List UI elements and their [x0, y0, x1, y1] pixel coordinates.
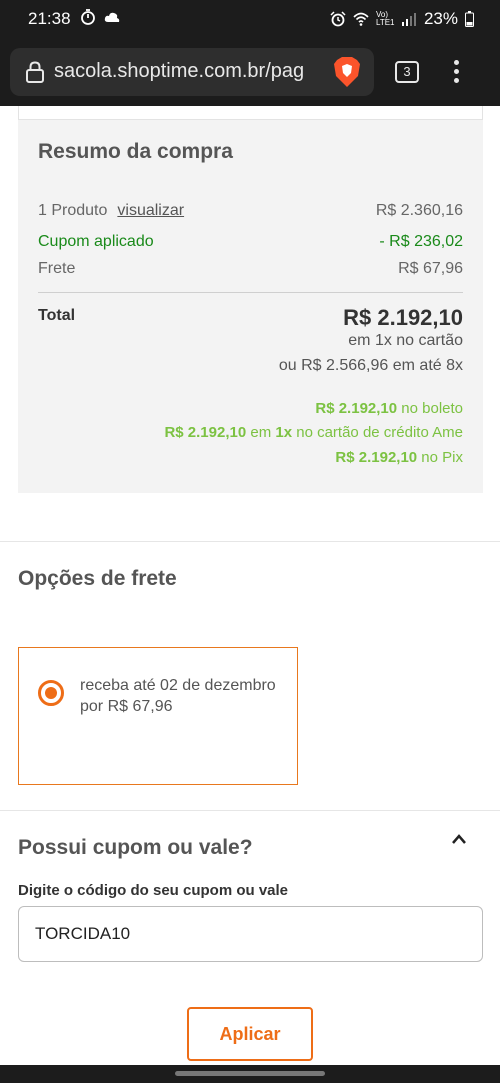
product-row: 1 Produto visualizar R$ 2.360,16 [38, 202, 463, 220]
coupon-applied-label: Cupom aplicado [38, 233, 154, 250]
shipping-option-radio[interactable] [38, 680, 64, 706]
payment-ame: R$ 2.192,10 em 1x no cartão de crédito A… [164, 424, 463, 441]
ame-installments: 1x [275, 424, 293, 441]
status-right-icons: Vo) LTE1 23% [330, 9, 474, 29]
shipping-option-text: receba até 02 de dezembro por R$ 67,96 [80, 677, 276, 715]
total-alt-installments: ou R$ 2.566,96 em até 8x [278, 357, 463, 374]
timer-icon [81, 9, 95, 25]
chevron-up-icon[interactable] [451, 833, 467, 845]
order-summary: Resumo da compra 1 Produto visualizar R$ … [18, 106, 483, 493]
status-left-icons [80, 9, 120, 25]
tab-switcher-button[interactable]: 3 [395, 61, 419, 83]
section-divider [0, 541, 500, 542]
apply-coupon-button[interactable]: Aplicar [187, 1007, 313, 1061]
pix-price: R$ 2.192,10 [335, 449, 418, 466]
home-gesture-pill[interactable] [175, 1071, 325, 1076]
wifi-icon [353, 12, 369, 26]
signal-icon [401, 13, 416, 26]
brave-shields-icon[interactable] [332, 56, 362, 88]
coupon-section-title[interactable]: Possui cupom ou vale? [18, 836, 253, 860]
summary-divider [38, 292, 463, 293]
overflow-menu-icon[interactable] [448, 60, 464, 86]
pix-label: no Pix [417, 449, 463, 466]
ame-price: R$ 2.192,10 [164, 424, 247, 441]
view-products-link[interactable]: visualizar [117, 202, 184, 219]
payment-pix: R$ 2.192,10 no Pix [335, 449, 463, 466]
shipping-option-card[interactable]: receba até 02 de dezembro por R$ 67,96 [18, 647, 298, 785]
boleto-price: R$ 2.192,10 [315, 400, 398, 417]
coupon-field-label: Digite o código do seu cupom ou vale [18, 882, 289, 899]
payment-boleto: R$ 2.192,10 no boleto [315, 400, 463, 417]
network-label: Vo) LTE1 [375, 10, 395, 27]
battery-icon [465, 11, 474, 27]
total-value: R$ 2.192,10 [343, 305, 463, 330]
url-text[interactable]: sacola.shoptime.com.br/pag [54, 60, 328, 83]
total-label: Total [38, 307, 76, 324]
address-bar[interactable]: sacola.shoptime.com.br/pag [10, 48, 374, 96]
coupon-row: Cupom aplicado - R$ 236,02 [38, 233, 463, 251]
ame-connector: em [246, 424, 276, 441]
shipping-label: Frete [38, 260, 76, 277]
section-divider [0, 810, 500, 811]
shipping-options-title: Opções de frete [18, 567, 177, 590]
total-installment-info: em 1x no cartão [348, 332, 463, 349]
alarm-icon [330, 11, 346, 27]
coupon-code-input[interactable] [18, 906, 483, 962]
coupon-discount-value: - R$ 236,02 [379, 233, 463, 250]
card-edge [18, 106, 483, 120]
summary-title: Resumo da compra [38, 140, 233, 163]
product-count: 1 Produto [38, 202, 108, 219]
lock-icon [26, 61, 44, 83]
system-nav-bar [0, 1065, 500, 1083]
shipping-row: Frete R$ 67,96 [38, 260, 463, 278]
clock: 21:38 [28, 9, 71, 28]
status-bar: 21:38 Vo) LTE1 23% [0, 0, 500, 38]
cloud-icon [104, 12, 120, 22]
battery-percentage: 23% [423, 9, 458, 28]
browser-toolbar: sacola.shoptime.com.br/pag 3 [0, 38, 500, 106]
boleto-label: no boleto [397, 400, 463, 417]
shipping-value: R$ 67,96 [398, 260, 463, 277]
product-value: R$ 2.360,16 [375, 202, 463, 219]
ame-label: no cartão de crédito Ame [292, 424, 463, 441]
